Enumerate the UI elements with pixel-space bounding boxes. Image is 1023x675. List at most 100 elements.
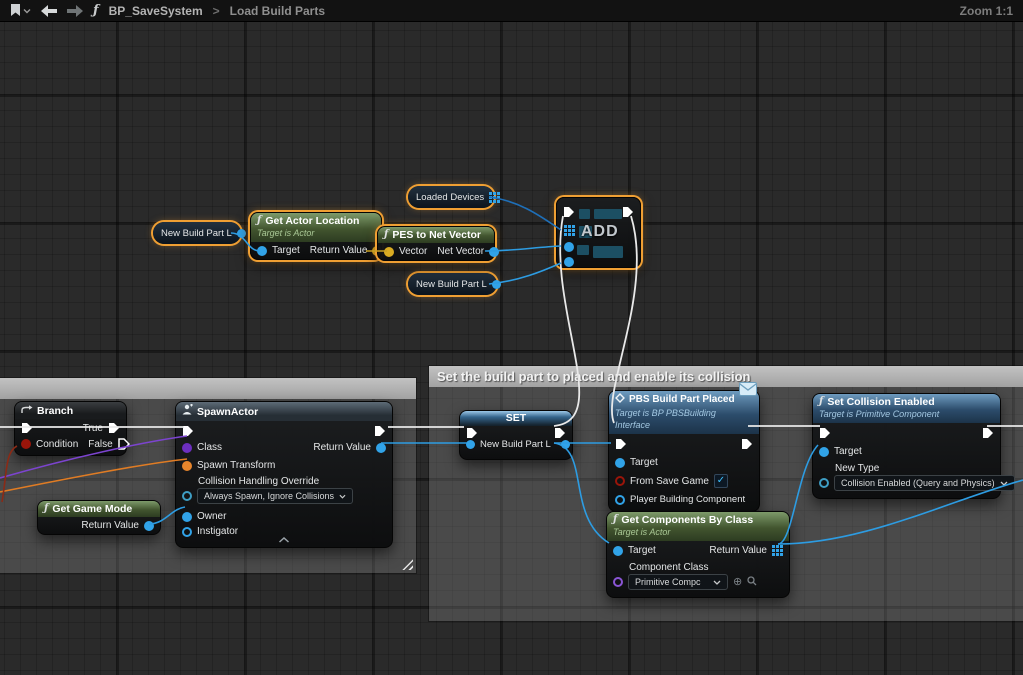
node-get-actor-location[interactable]: ƒ Get Actor Location Target is Actor Tar… (250, 212, 382, 260)
exec-out-pin[interactable] (554, 427, 566, 439)
exec-out-pin[interactable] (741, 438, 753, 450)
node-title: Get Components By Class (621, 514, 753, 526)
target-pin[interactable] (257, 246, 267, 256)
object-out-pin[interactable] (492, 280, 501, 289)
var-get-loaded-devices[interactable]: Loaded Devices (408, 186, 494, 208)
exec-in-pin[interactable] (182, 425, 194, 437)
pill-label: New Build Part L (161, 228, 232, 239)
node-get-components-by-class[interactable]: ƒ Get Components By Class Target is Acto… (606, 511, 790, 598)
exec-in-pin[interactable] (466, 427, 478, 439)
value-in-pin[interactable] (466, 440, 475, 449)
from-save-game-pin[interactable] (615, 476, 625, 486)
new-type-dropdown[interactable]: Collision Enabled (Query and Physics) (834, 475, 1015, 491)
class-pin[interactable] (182, 443, 192, 453)
false-exec-out-pin[interactable] (118, 438, 130, 450)
chevron-down-icon (713, 580, 721, 585)
node-set-collision-enabled[interactable]: ƒ Set Collision Enabled Target is Primit… (812, 393, 1001, 499)
exec-in-pin[interactable] (819, 427, 831, 439)
array-return-pin[interactable] (772, 545, 783, 556)
array-grid-icon[interactable] (489, 192, 500, 203)
node-title: Get Game Mode (52, 503, 132, 515)
function-icon: ƒ (93, 3, 99, 18)
node-header[interactable]: ƒ Get Actor Location Target is Actor (251, 213, 381, 242)
collision-override-pin[interactable] (182, 491, 192, 501)
comment-title: Set the build part to placed and enable … (437, 369, 751, 384)
node-title: SET (506, 412, 526, 424)
spawn-actor-icon (182, 404, 193, 419)
exec-out-pin[interactable] (982, 427, 994, 439)
net-vector-out-pin[interactable] (489, 247, 499, 257)
vector-in-pin[interactable] (384, 247, 394, 257)
node-pes-to-net-vector[interactable]: ƒ PES to Net Vector Vector Net Vector (377, 226, 495, 261)
node-header[interactable]: PBS Build Part Placed Target is BP PBSBu… (609, 391, 759, 434)
branch-icon (21, 404, 33, 418)
item-in-pin-2[interactable] (564, 257, 574, 267)
condition-pin[interactable] (21, 439, 31, 449)
node-header[interactable]: ƒ Set Collision Enabled Target is Primit… (813, 394, 1000, 423)
node-title: Branch (37, 405, 73, 417)
node-title: PBS Build Part Placed (629, 394, 735, 406)
target-pin[interactable] (819, 447, 829, 457)
node-array-add[interactable]: ADD (556, 197, 641, 268)
comment-left-header[interactable] (0, 378, 416, 399)
node-subtitle: Target is Primitive Component (819, 408, 994, 420)
exec-in-pin[interactable] (615, 438, 627, 450)
exec-in-pin[interactable] (563, 206, 575, 218)
search-icon[interactable] (747, 576, 757, 589)
bookmark-icon[interactable] (10, 4, 31, 17)
function-icon: ƒ (44, 503, 48, 515)
node-title: Get Actor Location (265, 215, 359, 227)
target-pin[interactable] (613, 546, 623, 556)
breadcrumb-current[interactable]: Load Build Parts (230, 4, 325, 18)
node-header[interactable]: Branch (15, 402, 126, 419)
collapse-chevron-icon[interactable] (279, 535, 290, 546)
exec-out-pin[interactable] (622, 206, 634, 218)
node-subtitle: Target is Actor (613, 526, 783, 538)
breadcrumb-separator-icon: > (213, 4, 220, 18)
new-type-pin[interactable] (819, 478, 829, 488)
interface-diamond-icon (615, 393, 625, 407)
node-header[interactable]: SpawnActor (176, 402, 392, 421)
add-watermark: ADD (581, 223, 619, 241)
collision-override-dropdown[interactable]: Always Spawn, Ignore Collisions (197, 488, 353, 504)
node-set-new-build-part[interactable]: SET New Build Part L (459, 410, 573, 460)
value-out-pin[interactable] (561, 440, 570, 449)
target-pin[interactable] (615, 458, 625, 468)
breadcrumb-root[interactable]: BP_SaveSystem (109, 4, 203, 18)
node-spawn-actor[interactable]: SpawnActor Class Return Value Spawn Tran… (175, 401, 393, 548)
exec-out-pin[interactable] (374, 425, 386, 437)
node-pbs-build-part-placed[interactable]: PBS Build Part Placed Target is BP PBSBu… (608, 390, 760, 512)
spawn-transform-pin[interactable] (182, 461, 192, 471)
player-building-component-pin[interactable] (615, 495, 625, 505)
component-class-dropdown[interactable]: Primitive Compc (628, 574, 728, 590)
node-get-game-mode[interactable]: ƒ Get Game Mode Return Value (37, 500, 161, 535)
node-header[interactable]: ƒ PES to Net Vector (378, 227, 494, 243)
pill-label: New Build Part L (416, 279, 487, 290)
node-branch[interactable]: Branch True Condition False (14, 401, 127, 456)
node-header[interactable]: ƒ Get Components By Class Target is Acto… (607, 512, 789, 541)
back-arrow-icon[interactable] (41, 5, 57, 17)
node-subtitle: Target is BP PBSBuilding Interface (615, 407, 753, 431)
component-class-pin[interactable] (613, 577, 623, 587)
use-selected-icon[interactable]: ⊕ (733, 577, 742, 587)
true-exec-out-pin[interactable] (108, 422, 120, 434)
owner-pin[interactable] (182, 512, 192, 522)
node-header[interactable]: SET (460, 411, 572, 426)
node-header[interactable]: ƒ Get Game Mode (38, 501, 160, 517)
forward-arrow-icon[interactable] (67, 5, 83, 17)
function-icon: ƒ (257, 215, 261, 227)
envelope-icon (739, 382, 757, 401)
var-get-new-build-part-1[interactable]: New Build Part L (153, 222, 241, 244)
item-in-pin[interactable] (564, 242, 574, 252)
from-save-game-checkbox[interactable]: ✓ (714, 474, 728, 488)
return-value-pin[interactable] (144, 521, 154, 531)
object-out-pin[interactable] (237, 229, 246, 238)
return-value-pin[interactable] (376, 443, 386, 453)
node-title: SpawnActor (197, 406, 258, 418)
comment-collision-header[interactable]: Set the build part to placed and enable … (429, 366, 1023, 387)
chevron-down-icon (339, 494, 346, 499)
instigator-pin[interactable] (182, 527, 192, 537)
exec-in-pin[interactable] (21, 422, 33, 434)
array-in-pin[interactable] (564, 225, 575, 236)
var-get-new-build-part-2[interactable]: New Build Part L (408, 273, 497, 295)
